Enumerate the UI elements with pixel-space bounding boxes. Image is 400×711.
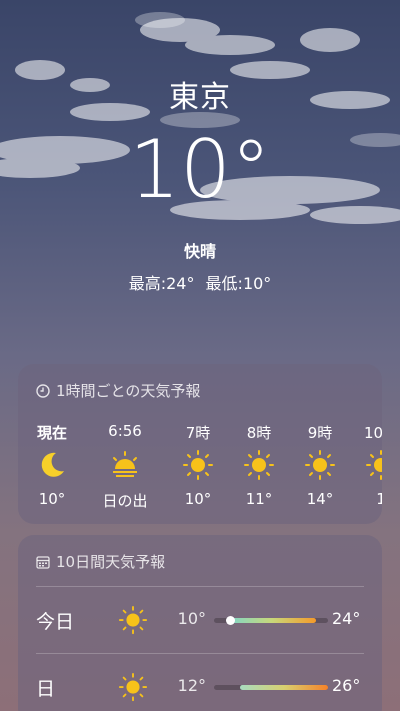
hourly-temperature: 日の出: [102, 492, 148, 510]
hourly-time: 9時: [307, 424, 333, 442]
temperature-range-fill: [228, 618, 316, 623]
hourly-forecast-card[interactable]: 1時間ごとの天気予報 現在 10° 6:56 日の出 7時 10° 8時 11°…: [18, 364, 382, 524]
moon-icon: [41, 452, 64, 477]
current-condition: 快晴: [183, 242, 216, 261]
current-temperature: 10°: [129, 123, 271, 216]
high-low-temperature: 最高:24° 最低:10°: [0, 270, 400, 294]
hourly-temperature: 1: [376, 490, 382, 508]
daily-high-temperature: 26°: [332, 676, 361, 695]
clock-icon: [36, 383, 50, 398]
hourly-item: 8時 11°: [229, 422, 289, 508]
daily-high-temperature: 24°: [332, 609, 361, 628]
sun-icon: [366, 450, 382, 480]
temperature-range-fill: [240, 685, 328, 690]
hourly-item: 9時 14°: [290, 422, 350, 508]
hourly-item: 現在 10°: [22, 422, 82, 508]
hourly-temperature: 11°: [245, 490, 273, 508]
city-name: 東京: [169, 80, 231, 115]
daily-forecast-title: 10日間天気予報: [56, 553, 166, 571]
daily-day-label: 今日: [36, 611, 75, 633]
hourly-time: 現在: [36, 424, 67, 442]
high-temperature: 最高:24°: [128, 274, 195, 293]
hourly-temperature: 10°: [38, 490, 66, 508]
hourly-item: 6:56 日の出: [95, 422, 155, 511]
daily-forecast-card[interactable]: 10日間天気予報 今日 10° 24° 日 12° 26°: [18, 535, 382, 711]
daily-row-today[interactable]: 今日 10° 24°: [18, 587, 382, 651]
hourly-temperature: 14°: [306, 490, 334, 508]
hourly-temperature: 10°: [184, 490, 212, 508]
hourly-item: 10時 1: [351, 422, 382, 508]
calendar-icon: [36, 555, 50, 569]
daily-forecast-header: 10日間天気予報: [36, 551, 165, 572]
sun-icon: [118, 672, 148, 702]
hourly-time: 10時: [363, 424, 382, 442]
sun-icon: [305, 450, 335, 480]
temperature-range-bar: [214, 685, 328, 690]
low-temperature: 最低:10°: [205, 274, 272, 293]
sunrise-icon: [113, 451, 137, 477]
hourly-item: 7時 10°: [168, 422, 228, 508]
hourly-forecast-title: 1時間ごとの天気予報: [56, 382, 201, 400]
hourly-time: 8時: [246, 424, 272, 442]
temperature-range-bar: [214, 616, 328, 625]
daily-low-temperature: 12°: [177, 676, 206, 695]
sun-icon: [118, 605, 148, 635]
sun-icon: [244, 450, 274, 480]
daily-row-sunday[interactable]: 日 12° 26°: [18, 654, 382, 711]
daily-low-temperature: 10°: [177, 609, 206, 628]
hourly-time: 7時: [185, 424, 211, 442]
sun-icon: [183, 450, 213, 480]
current-temperature-indicator: [226, 616, 235, 625]
hourly-time: 6:56: [108, 422, 142, 440]
daily-day-label: 日: [36, 678, 56, 700]
hourly-forecast-header: 1時間ごとの天気予報: [36, 380, 200, 401]
